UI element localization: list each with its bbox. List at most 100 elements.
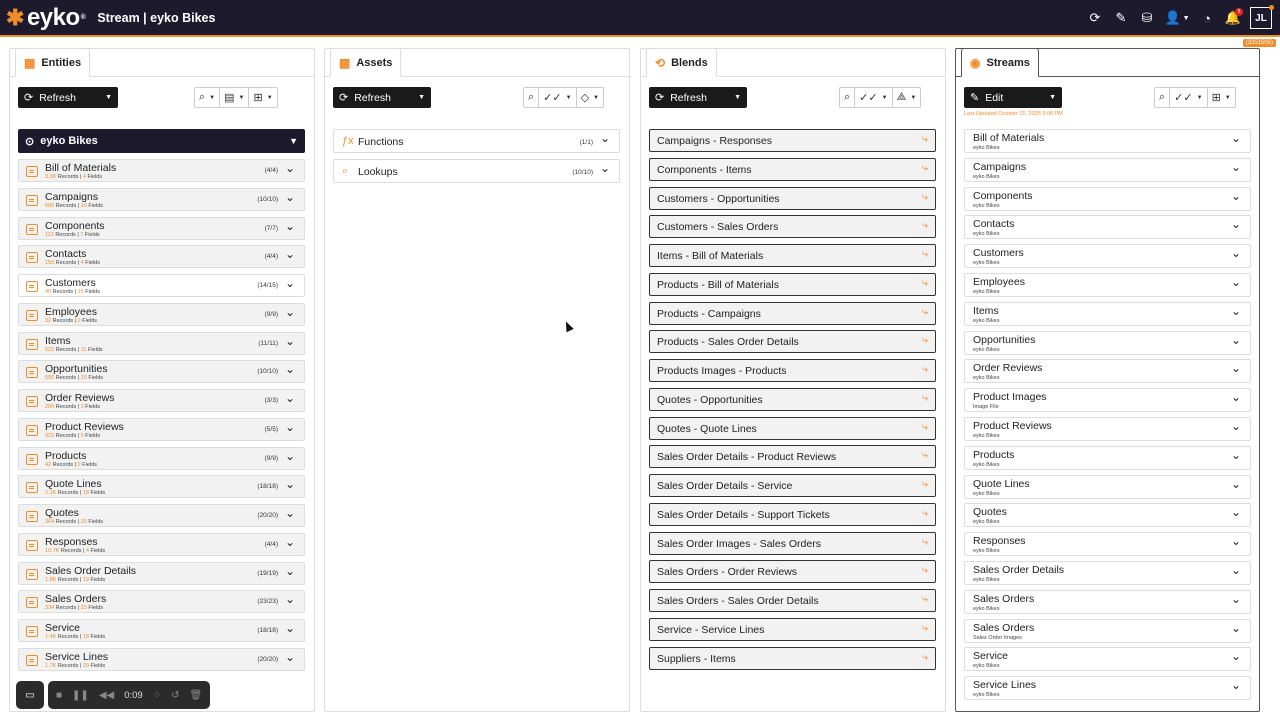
blend-row[interactable]: Sales Orders - Sales Order Details ⤷ [649, 589, 936, 612]
chevron-down-icon[interactable]: ⌄ [600, 131, 610, 145]
blend-row[interactable]: Customers - Sales Orders ⤷ [649, 215, 936, 239]
dashboard-icon[interactable]: ◔ [1194, 7, 1220, 29]
stream-row[interactable]: Products eyko Bikes ⌄ [964, 445, 1251, 470]
blend-row[interactable]: Items - Bill of Materials ⤷ [649, 244, 936, 267]
stream-row[interactable]: Opportunities eyko Bikes ⌄ [964, 330, 1251, 355]
stream-row[interactable]: Sales Order Details eyko Bikes ⌄ [964, 561, 1251, 585]
search-button[interactable]: ⌕ [1155, 88, 1171, 107]
asset-row[interactable]: ⌕ Lookups (10/10) ⌄ [333, 159, 620, 183]
tab-streams[interactable]: ◉ Streams [961, 48, 1039, 77]
chevron-down-icon[interactable]: ⌄ [1231, 246, 1241, 260]
eyko-logo[interactable]: ✱ eyko ® [6, 4, 86, 32]
chevron-down-icon[interactable]: ⌄ [285, 305, 295, 319]
check-all-button[interactable]: ✓✓ ▼ [1170, 88, 1208, 107]
chevron-down-icon[interactable]: ⌄ [600, 161, 610, 175]
entity-row[interactable]: Components 113 Records | 7 Fields (7/7) ⌄ [18, 216, 305, 240]
search-button[interactable]: ⌕ [840, 88, 856, 107]
chevron-down-icon[interactable]: ⌄ [1231, 649, 1241, 663]
check-all-button[interactable]: ✓✓ ▼ [855, 88, 893, 107]
entity-row[interactable]: Products 42 Records | 9 Fields (9/9) ⌄ [18, 446, 305, 470]
stream-row[interactable]: Service eyko Bikes ⌄ [964, 647, 1251, 672]
stream-row[interactable]: Employees eyko Bikes ⌄ [964, 273, 1251, 297]
restart-icon[interactable]: ↺ [171, 690, 179, 701]
chevron-down-icon[interactable]: ⌄ [1231, 275, 1241, 289]
tab-entities[interactable]: ▦ Entities [15, 48, 91, 77]
entity-row[interactable]: Sales Orders 334 Records | 23 Fields (23/2… [18, 590, 305, 614]
chevron-down-icon[interactable]: ⌄ [1231, 448, 1241, 462]
chevron-down-icon[interactable]: ⌄ [1231, 160, 1241, 174]
chevron-down-icon[interactable]: ⌄ [285, 477, 295, 491]
chevron-down-icon[interactable]: ⌄ [285, 391, 295, 405]
tab-assets[interactable]: ▩ Assets [330, 48, 402, 77]
camera-icon[interactable]: ▭ [16, 681, 44, 709]
chevron-down-icon[interactable]: ⌄ [1231, 361, 1241, 375]
stream-row[interactable]: Product Images Image File ⌄ [964, 388, 1251, 413]
user-settings-icon[interactable]: 👤 ▼ [1160, 7, 1194, 29]
entity-row[interactable]: Opportunities 500 Records | 10 Fields (10/… [18, 360, 305, 384]
chevron-down-icon[interactable]: ⌄ [285, 506, 295, 520]
blend-row[interactable]: Products - Sales Order Details ⤷ [649, 330, 936, 354]
chevron-down-icon[interactable]: ⌄ [1231, 333, 1241, 347]
chevron-down-icon[interactable]: ⌄ [285, 564, 295, 578]
stream-row[interactable]: Components eyko Bikes ⌄ [964, 186, 1251, 211]
chevron-down-icon[interactable]: ⌄ [1231, 563, 1241, 577]
chevron-down-icon[interactable]: ⌄ [285, 621, 295, 635]
chevron-down-icon[interactable]: ⌄ [1231, 131, 1241, 145]
chevron-down-icon[interactable]: ⌄ [1231, 477, 1241, 491]
entity-row[interactable]: Service Lines 1.7K Records | 20 Fields (20… [18, 647, 305, 671]
blend-row[interactable]: Sales Order Details - Support Tickets ⤷ [649, 502, 936, 526]
blend-row[interactable]: Suppliers - Items ⤷ [649, 646, 936, 670]
chevron-down-icon[interactable]: ⌄ [1231, 592, 1241, 606]
chevron-down-icon[interactable]: ⌄ [285, 650, 295, 664]
chevron-down-icon[interactable]: ⌄ [285, 161, 295, 175]
blend-row[interactable]: Quotes - Opportunities ⤷ [649, 387, 936, 411]
chevron-down-icon[interactable]: ⌄ [1231, 534, 1241, 548]
bell-icon[interactable]: 🔔 9 [1220, 7, 1246, 29]
chevron-down-icon[interactable]: ⌄ [1231, 419, 1241, 433]
stop-icon[interactable]: ■ [56, 690, 62, 701]
search-filter-button[interactable]: ⌕ ▼ [195, 88, 221, 107]
entity-row[interactable]: Order Reviews 200 Records | 3 Fields (3/3)… [18, 389, 305, 412]
entity-row[interactable]: Customers 40 Records | 15 Fields (14/15) ⌄ [18, 274, 305, 297]
chevron-down-icon[interactable]: ⌄ [285, 592, 295, 606]
tag-button[interactable]: ◇ ▼ [577, 88, 603, 107]
chevron-down-icon[interactable]: ⌄ [285, 449, 295, 463]
stream-row[interactable]: Quotes eyko Bikes ⌄ [964, 503, 1251, 528]
blend-row[interactable]: Sales Order Details - Product Reviews ⤷ [649, 445, 936, 469]
refresh-button[interactable]: ⟳ Refresh ▼ [333, 87, 431, 108]
blend-row[interactable]: Sales Order Images - Sales Orders ⤷ [649, 531, 936, 555]
layout-button[interactable]: ▤ ▼ [220, 88, 250, 107]
add-table-button[interactable]: ⊞ ▼ [1208, 88, 1235, 107]
asset-row[interactable]: ƒx Functions (1/1) ⌄ [333, 129, 620, 153]
entity-row[interactable]: Campaigns 600 Records | 10 Fields (10/10) ⌄ [18, 187, 305, 211]
entity-row[interactable]: Responses 10.7K Records | 4 Fields (4/4) ⌄ [18, 532, 305, 556]
chevron-down-icon[interactable]: ⌄ [1231, 189, 1241, 203]
entity-row[interactable]: Quote Lines 2.1K Records | 18 Fields (18/1… [18, 475, 305, 499]
shapes-button[interactable]: ⟁ ▼ [893, 88, 921, 107]
stream-row[interactable]: Service Lines eyko Bikes ⌄ [964, 676, 1251, 701]
chevron-down-icon[interactable]: ⌄ [285, 334, 295, 348]
chevron-down-icon[interactable]: ⌄ [285, 247, 295, 261]
entity-row[interactable]: Bill of Materials 3.3K Records | 4 Fields… [18, 159, 305, 182]
blend-row[interactable]: Sales Order Details - Service ⤷ [649, 474, 936, 497]
entity-row[interactable]: Service 1.4K Records | 18 Fields (18/18) ⌄ [18, 619, 305, 642]
stream-row[interactable]: Quote Lines eyko Bikes ⌄ [964, 474, 1251, 499]
blend-row[interactable]: Campaigns - Responses ⤷ [649, 129, 936, 152]
blend-row[interactable]: Service - Service Lines ⤷ [649, 617, 936, 641]
refresh-button[interactable]: ⟳ Refresh ▼ [18, 87, 118, 108]
chevron-down-icon[interactable]: ⌄ [285, 276, 295, 290]
chevron-down-icon[interactable]: ⌄ [1231, 505, 1241, 519]
chevron-down-icon[interactable]: ⌄ [1231, 217, 1241, 231]
chevron-down-icon[interactable]: ⌄ [285, 535, 295, 549]
entity-row[interactable]: Quotes 364 Records | 20 Fields (20/20) ⌄ [18, 504, 305, 527]
blend-row[interactable]: Products - Bill of Materials ⤷ [649, 272, 936, 296]
blend-row[interactable]: Sales Orders - Order Reviews ⤷ [649, 560, 936, 584]
entity-row[interactable]: Items 523 Records | 11 Fields (11/11) ⌄ [18, 331, 305, 355]
group-header-eyko-bikes[interactable]: ⊙ eyko Bikes ▼ [18, 129, 305, 153]
refresh-button[interactable]: ⟳ Refresh ▼ [649, 87, 747, 108]
tab-blends[interactable]: ⟲ Blends [646, 48, 717, 77]
edit-button[interactable]: ✎ Edit ▼ [964, 87, 1062, 108]
avatar[interactable]: JL [1250, 5, 1274, 29]
blend-row[interactable]: Customers - Opportunities ⤷ [649, 186, 936, 210]
chevron-down-icon[interactable]: ⌄ [1231, 678, 1241, 692]
